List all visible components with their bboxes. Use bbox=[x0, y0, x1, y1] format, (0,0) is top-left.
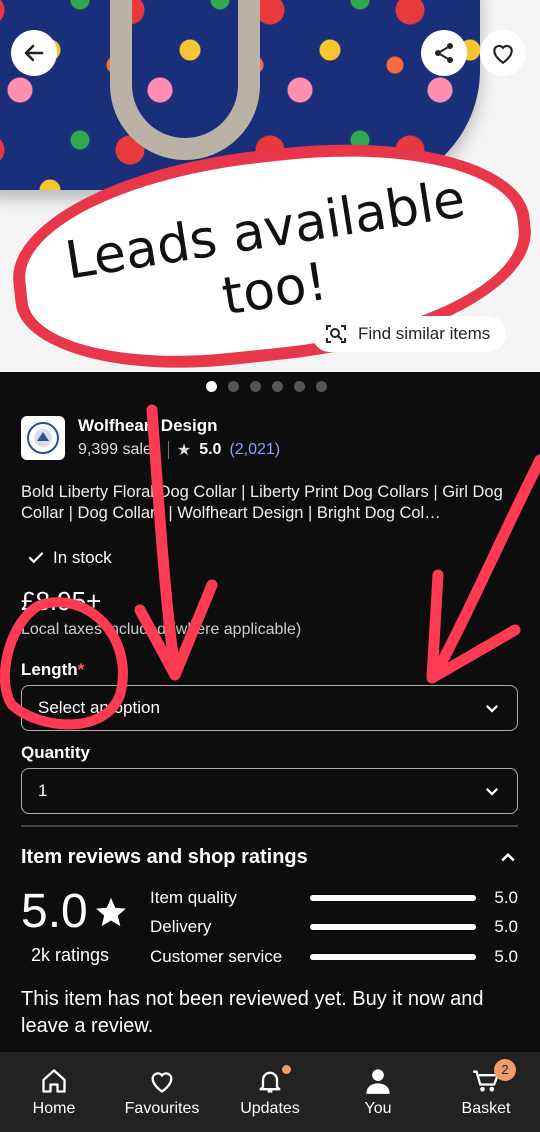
nav-updates[interactable]: Updates bbox=[220, 1064, 320, 1118]
rating-bar-fill bbox=[310, 954, 476, 960]
check-icon bbox=[28, 552, 44, 564]
rating-row-delivery: Delivery 5.0 bbox=[150, 917, 518, 937]
length-select-value: Select an option bbox=[38, 698, 160, 717]
rating-row-label: Customer service bbox=[150, 947, 283, 966]
share-icon bbox=[435, 43, 453, 63]
overall-rating: 5.0 bbox=[21, 884, 128, 939]
heart-icon bbox=[151, 1071, 173, 1093]
stats-divider bbox=[167, 441, 169, 459]
rating-row-value: 5.0 bbox=[494, 947, 518, 966]
rating-bar bbox=[310, 924, 476, 930]
heart-icon bbox=[493, 44, 513, 65]
overall-rating-value: 5.0 bbox=[21, 885, 88, 938]
nav-basket-label: Basket bbox=[461, 1099, 511, 1117]
quantity-label: Quantity bbox=[21, 743, 90, 762]
listing-title: Bold Liberty Floral Dog Collar | Liberty… bbox=[21, 483, 503, 522]
stock-status: In stock bbox=[27, 548, 112, 568]
nav-basket[interactable]: 2 Basket bbox=[436, 1058, 536, 1118]
rating-row-value: 5.0 bbox=[494, 917, 518, 936]
stock-label: In stock bbox=[53, 548, 112, 567]
nav-favourites[interactable]: Favourites bbox=[112, 1067, 212, 1118]
star-icon bbox=[95, 897, 126, 926]
shop-rating: 5.0 bbox=[199, 441, 222, 458]
pagination-dot[interactable] bbox=[316, 381, 327, 392]
rating-row-item-quality: Item quality 5.0 bbox=[150, 888, 518, 908]
pagination-dot[interactable] bbox=[294, 381, 305, 392]
home-icon bbox=[42, 1068, 66, 1093]
rating-bar bbox=[310, 954, 476, 960]
shop-sales: 9,399 sales bbox=[78, 441, 160, 458]
rating-row-label: Item quality bbox=[150, 888, 237, 907]
chevron-down-icon bbox=[485, 704, 499, 713]
section-divider bbox=[21, 825, 518, 827]
bottom-nav: Home Favourites Updates You 2 Basket bbox=[0, 1052, 540, 1132]
no-review-message: This item has not been reviewed yet. Buy… bbox=[21, 988, 484, 1037]
star-icon: ★ bbox=[176, 442, 192, 459]
length-label-text: Length bbox=[21, 660, 78, 679]
nav-home[interactable]: Home bbox=[4, 1067, 104, 1118]
required-mark: * bbox=[77, 660, 85, 679]
find-similar-label: Find similar items bbox=[358, 324, 491, 343]
length-label: Length* bbox=[21, 660, 84, 680]
favourite-button[interactable] bbox=[480, 30, 526, 76]
quantity-select[interactable]: 1 bbox=[21, 768, 518, 814]
find-similar-button[interactable]: Find similar items bbox=[312, 316, 507, 352]
image-pagination bbox=[206, 381, 327, 392]
quantity-select-value: 1 bbox=[38, 781, 48, 800]
rating-bar bbox=[310, 895, 476, 901]
rating-row-label: Delivery bbox=[150, 917, 212, 936]
chevron-down-icon bbox=[485, 787, 499, 796]
reviews-title: Item reviews and shop ratings bbox=[21, 846, 308, 868]
rating-bar-fill bbox=[310, 895, 476, 901]
nav-favourites-label: Favourites bbox=[124, 1099, 200, 1117]
pagination-dot[interactable] bbox=[272, 381, 283, 392]
rating-row-customer-service: Customer service 5.0 bbox=[150, 947, 518, 967]
notification-dot bbox=[282, 1064, 291, 1074]
shop-logo-icon bbox=[27, 422, 59, 454]
arrow-left-icon bbox=[24, 44, 44, 62]
visual-search-icon bbox=[326, 325, 346, 343]
shop-logo[interactable] bbox=[21, 416, 65, 460]
chevron-up-icon[interactable] bbox=[498, 848, 518, 868]
pagination-dot[interactable] bbox=[228, 381, 239, 392]
shop-name[interactable]: Wolfheart Design bbox=[78, 416, 280, 436]
rating-bar-fill bbox=[310, 924, 476, 930]
rating-row-value: 5.0 bbox=[494, 888, 518, 907]
nav-updates-label: Updates bbox=[240, 1099, 300, 1117]
annotation-arrowhead bbox=[426, 569, 521, 684]
nav-home-label: Home bbox=[32, 1099, 76, 1117]
price: £8.95+ bbox=[21, 586, 102, 616]
nav-you-label: You bbox=[364, 1099, 392, 1117]
length-select[interactable]: Select an option bbox=[21, 685, 518, 731]
back-button[interactable] bbox=[11, 30, 57, 76]
share-button[interactable] bbox=[421, 30, 467, 76]
ratings-count: 2k ratings bbox=[31, 945, 110, 965]
product-image[interactable]: Leads available too! Find similar items bbox=[0, 0, 540, 372]
shop-review-count[interactable]: (2,021) bbox=[229, 441, 280, 459]
vat-note: Local taxes included (where applicable) bbox=[21, 621, 302, 638]
nav-you[interactable]: You bbox=[328, 1067, 428, 1118]
person-icon bbox=[366, 1068, 390, 1094]
reviews-header[interactable]: Item reviews and shop ratings bbox=[21, 846, 518, 869]
pagination-dot[interactable] bbox=[206, 381, 217, 392]
pagination-dot[interactable] bbox=[250, 381, 261, 392]
d-ring-photo bbox=[110, 0, 260, 160]
shop-info[interactable]: Wolfheart Design 9,399 sales ★ 5.0 (2,02… bbox=[21, 416, 280, 460]
basket-count-badge: 2 bbox=[494, 1058, 516, 1081]
bell-icon bbox=[259, 1071, 281, 1093]
